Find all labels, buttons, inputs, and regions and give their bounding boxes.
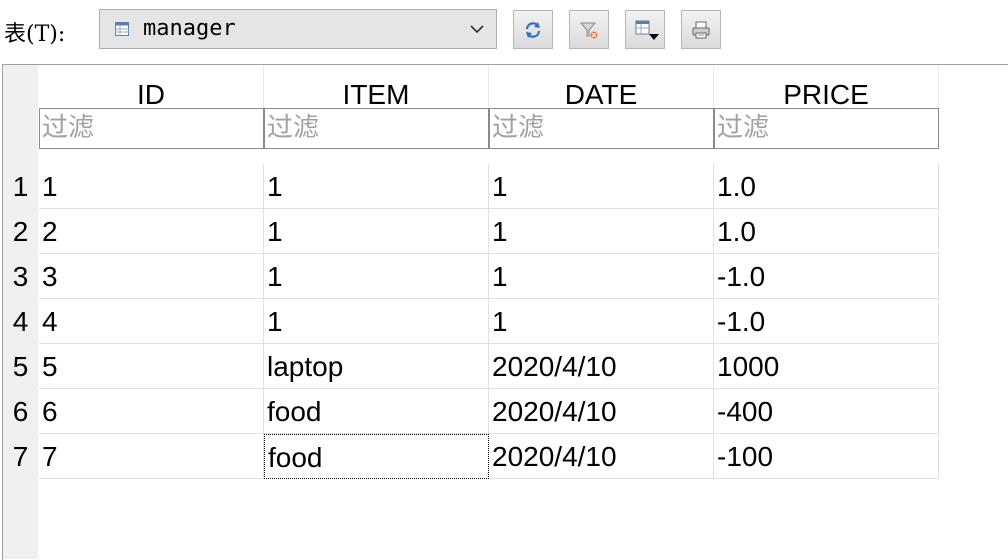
print-icon [692,21,710,39]
table-cell[interactable]: 4 [39,299,264,344]
table-cell[interactable]: -100 [714,434,939,479]
table-label: 表(T): [4,22,66,47]
row-number[interactable]: 6 [3,389,38,434]
table-cell[interactable]: 1 [39,164,264,209]
table-cell[interactable]: 1.0 [714,209,939,254]
clear-filter-button[interactable] [569,10,609,49]
table-cell[interactable]: 1.0 [714,164,939,209]
row-number[interactable]: 3 [3,254,38,299]
table-cell[interactable]: 6 [39,389,264,434]
table-cell[interactable]: 2020/4/10 [489,344,714,389]
filter-clear-icon [579,22,598,39]
print-button[interactable] [681,10,721,49]
table-cell[interactable]: 2 [39,209,264,254]
filter-input-item[interactable]: 过滤 [264,108,489,149]
table-cell[interactable]: -1.0 [714,299,939,344]
table-cell[interactable]: 7 [39,434,264,479]
table-cell[interactable]: food [264,389,489,434]
table-cell[interactable]: 3 [39,254,264,299]
table-icon [115,22,129,36]
row-number[interactable]: 2 [3,209,38,254]
chevron-down-icon[interactable] [470,24,484,34]
row-number[interactable]: 5 [3,344,38,389]
table-cell[interactable]: 2020/4/10 [489,389,714,434]
table-select-value: manager [143,16,236,41]
column-header-id[interactable]: ID [39,66,264,110]
table-cell[interactable]: 1 [489,209,714,254]
table-select[interactable]: manager [99,9,497,49]
export-dropdown-icon [635,20,659,40]
table-cell-focused[interactable]: food [264,434,489,479]
refresh-icon [525,22,541,38]
table-cell[interactable]: 2020/4/10 [489,434,714,479]
table-cell[interactable]: 1 [264,299,489,344]
table-cell[interactable]: -400 [714,389,939,434]
table-cell[interactable]: 1000 [714,344,939,389]
toolbar: 表(T): manager [0,0,1008,62]
table-cell[interactable]: 1 [264,209,489,254]
row-number[interactable]: 4 [3,299,38,344]
table-cell[interactable]: 1 [489,299,714,344]
refresh-button[interactable] [513,10,553,49]
row-number[interactable]: 1 [3,164,38,209]
table-cell[interactable]: 1 [264,164,489,209]
row-number[interactable]: 7 [3,434,38,479]
column-header-price[interactable]: PRICE [714,66,939,110]
column-header-item[interactable]: ITEM [264,66,489,110]
filter-input-price[interactable]: 过滤 [714,108,939,149]
table-cell[interactable]: 5 [39,344,264,389]
table-cell[interactable]: 1 [264,254,489,299]
table-cell[interactable]: 1 [489,164,714,209]
column-header-date[interactable]: DATE [489,66,714,110]
filter-input-id[interactable]: 过滤 [39,108,264,149]
table-cell[interactable]: -1.0 [714,254,939,299]
table-cell[interactable]: laptop [264,344,489,389]
export-button[interactable] [625,10,665,49]
filter-input-date[interactable]: 过滤 [489,108,714,149]
table-cell[interactable]: 1 [489,254,714,299]
